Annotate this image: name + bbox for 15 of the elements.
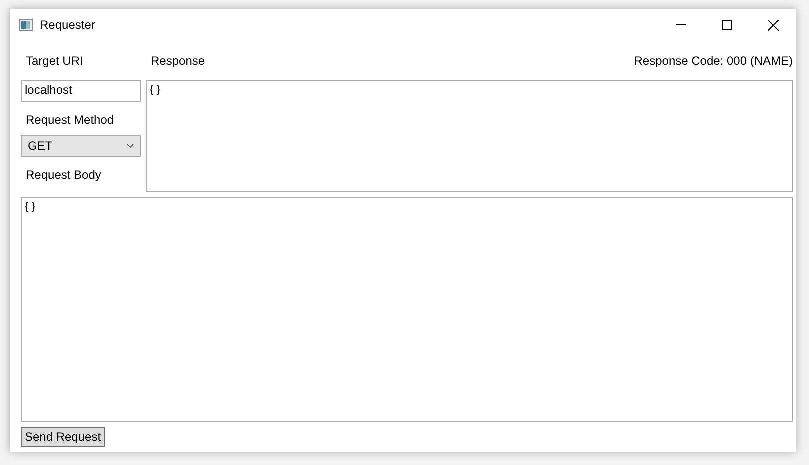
response-label: Response	[150, 54, 206, 68]
method-dropdown[interactable]: GET	[21, 135, 141, 157]
request-method-label: Request Method	[25, 112, 116, 129]
close-icon	[768, 20, 778, 30]
maximize-icon	[722, 20, 732, 30]
send-request-button[interactable]: Send Request	[21, 427, 105, 447]
response-code: Response Code: 000 (NAME)	[634, 54, 793, 68]
request-body-label: Request Body	[25, 167, 102, 182]
window-title: Requester	[40, 18, 96, 32]
response-field[interactable]: { }	[146, 80, 793, 192]
request-body-field[interactable]: { }	[21, 197, 793, 422]
target-uri-field[interactable]: localhost	[21, 80, 141, 102]
target-uri-label: Target URI	[25, 54, 84, 68]
caret-icon	[127, 144, 134, 148]
app-icon	[19, 19, 33, 31]
